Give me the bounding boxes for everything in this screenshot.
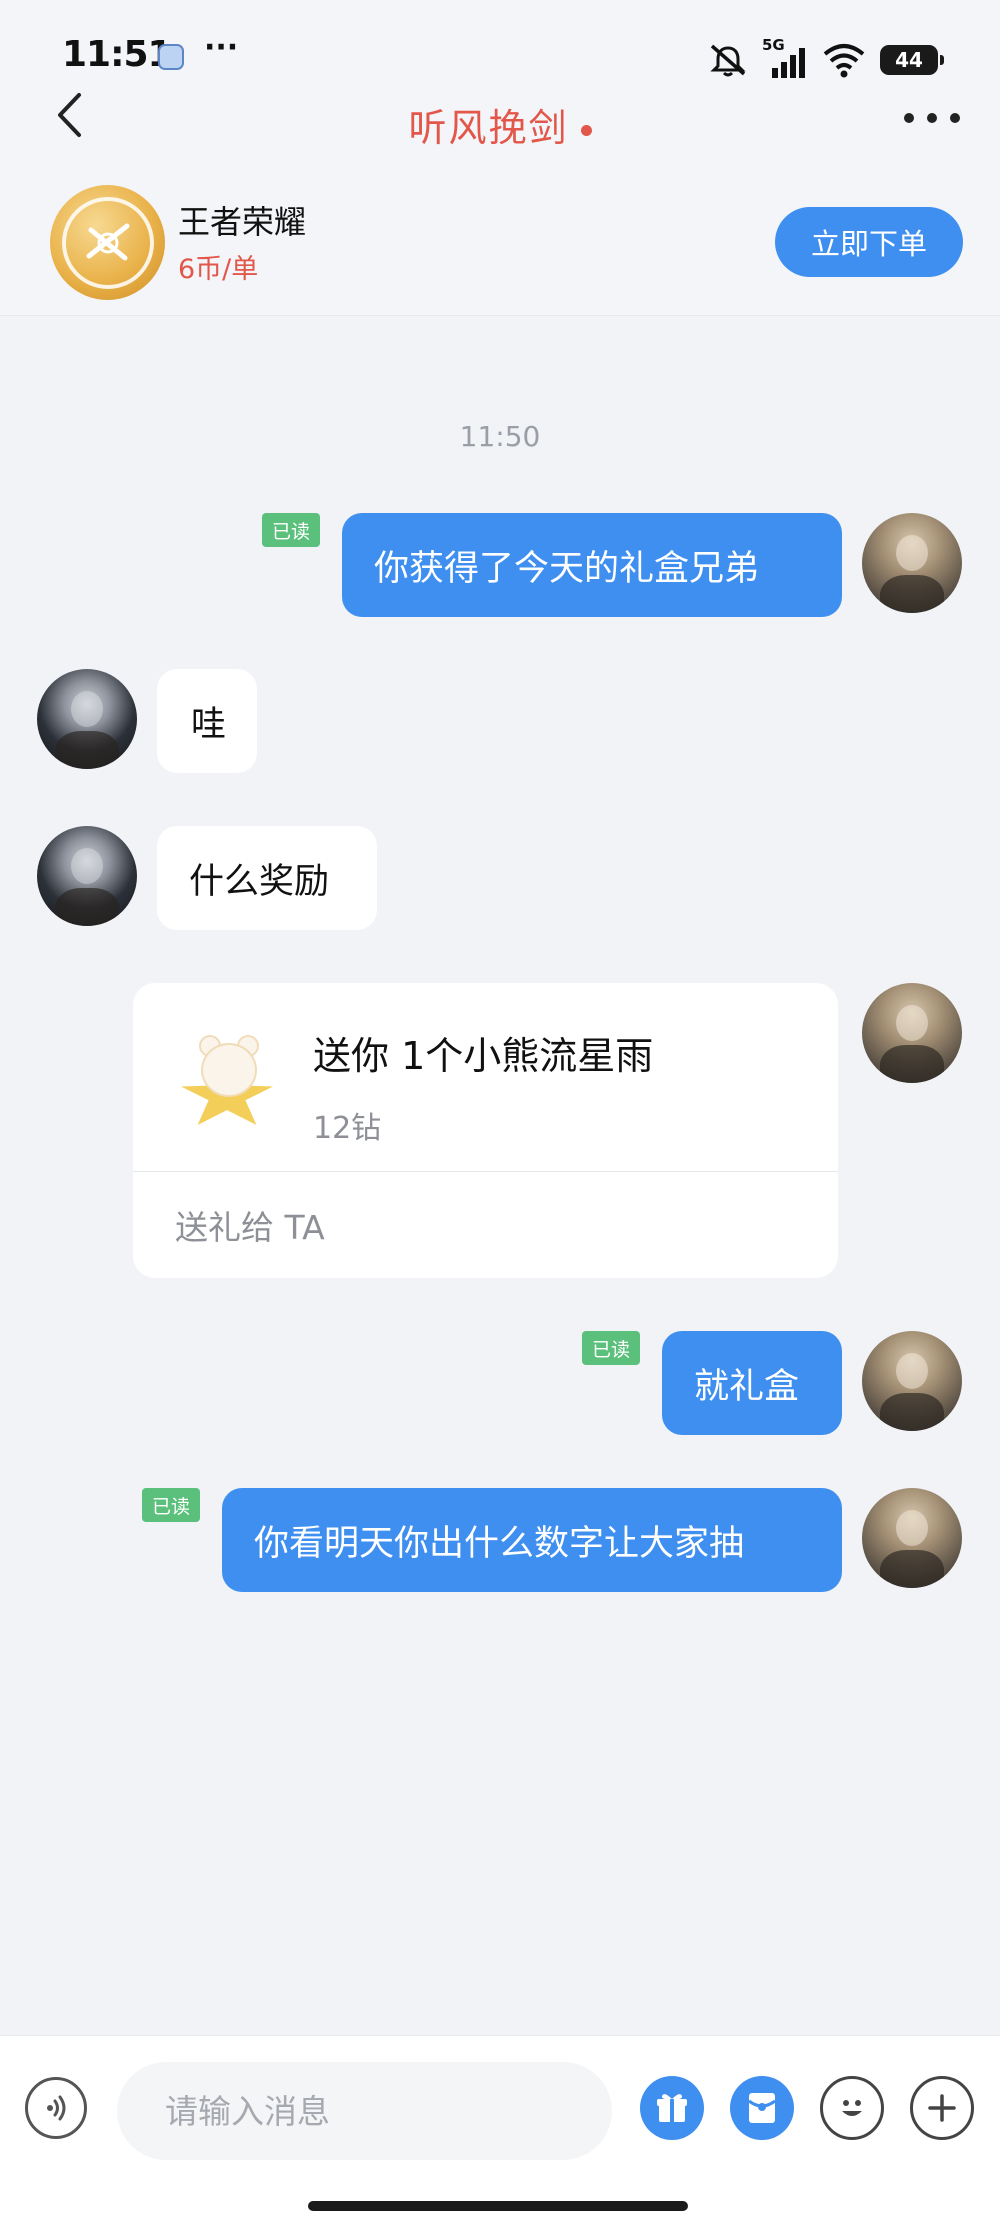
peer-avatar[interactable] (37, 826, 137, 926)
gift-message-card[interactable]: 送你 1个小熊流星雨 12钻 送礼给 TA (133, 983, 838, 1278)
gift-card-divider (133, 1171, 838, 1172)
message-timestamp: 11:50 (459, 420, 541, 453)
notification-app-icon (158, 44, 184, 70)
message-bubble-outgoing[interactable]: 就礼盒 (662, 1331, 842, 1435)
red-packet-button[interactable] (730, 2076, 794, 2140)
read-receipt-tag: 已读 (582, 1331, 641, 1365)
battery-icon: 44 (880, 45, 944, 75)
emoji-icon (842, 2100, 862, 2116)
message-bubble-incoming[interactable]: 什么奖励 (157, 826, 377, 930)
game-name: 王者荣耀 (178, 203, 307, 241)
peer-avatar[interactable] (37, 669, 137, 769)
read-receipt-tag: 已读 (262, 513, 321, 547)
message-input[interactable] (117, 2062, 612, 2160)
chat-screen: 11:51 ··· 5G 44 听风挽剑 王者荣耀 6币/单 立即下单 11:5… (0, 0, 1000, 2225)
status-time: 11:51 (62, 34, 173, 75)
wifi-icon (823, 44, 865, 78)
voice-icon (47, 2095, 66, 2121)
message-bubble-incoming[interactable]: 哇 (157, 669, 257, 773)
service-card: 王者荣耀 6币/单 立即下单 (0, 175, 1000, 316)
online-status-dot (580, 125, 592, 136)
status-bar: 11:51 ··· 5G 44 (0, 0, 1000, 95)
message-bubble-outgoing[interactable]: 你看明天你出什么数字让大家抽 (222, 1488, 842, 1592)
self-avatar[interactable] (862, 983, 962, 1083)
self-avatar[interactable] (862, 513, 962, 613)
more-actions-button[interactable] (910, 2076, 974, 2140)
emoji-button[interactable] (820, 2076, 884, 2140)
game-logo-icon (50, 185, 165, 300)
dot-icon (950, 113, 960, 123)
gift-bear-shape (203, 1045, 255, 1095)
plus-icon (928, 2094, 956, 2122)
send-gift-back-link[interactable]: 送礼给 TA (175, 1201, 325, 1249)
service-price: 6币/单 (178, 254, 259, 285)
bear-meteor-gift-icon (171, 1023, 281, 1133)
chat-partner-name[interactable]: 听风挽剑 (408, 106, 568, 150)
nav-title-wrap: 听风挽剑 (0, 97, 1000, 152)
status-indicators: 5G 44 (708, 36, 944, 82)
self-avatar[interactable] (862, 1488, 962, 1588)
game-logo-ring (61, 196, 154, 289)
gift-title: 送你 1个小熊流星雨 (313, 1034, 654, 1078)
message-input-bar (0, 2035, 1000, 2225)
more-notifications-icon: ··· (204, 30, 239, 65)
cell-signal-icon: 5G (762, 36, 808, 80)
message-bubble-outgoing[interactable]: 你获得了今天的礼盒兄弟 (342, 513, 842, 617)
read-receipt-tag: 已读 (142, 1488, 201, 1522)
dot-icon (927, 113, 937, 123)
gift-icon (657, 2094, 687, 2122)
dot-icon (904, 113, 914, 123)
mute-icon (710, 44, 746, 77)
gift-button[interactable] (640, 2076, 704, 2140)
voice-input-button[interactable] (25, 2077, 87, 2139)
self-avatar[interactable] (862, 1331, 962, 1431)
order-now-button[interactable]: 立即下单 (775, 207, 963, 277)
home-indicator[interactable] (308, 2201, 688, 2211)
more-options-button[interactable] (904, 103, 960, 133)
red-packet-icon (748, 2093, 776, 2123)
gift-price: 12钻 (313, 1111, 382, 1146)
